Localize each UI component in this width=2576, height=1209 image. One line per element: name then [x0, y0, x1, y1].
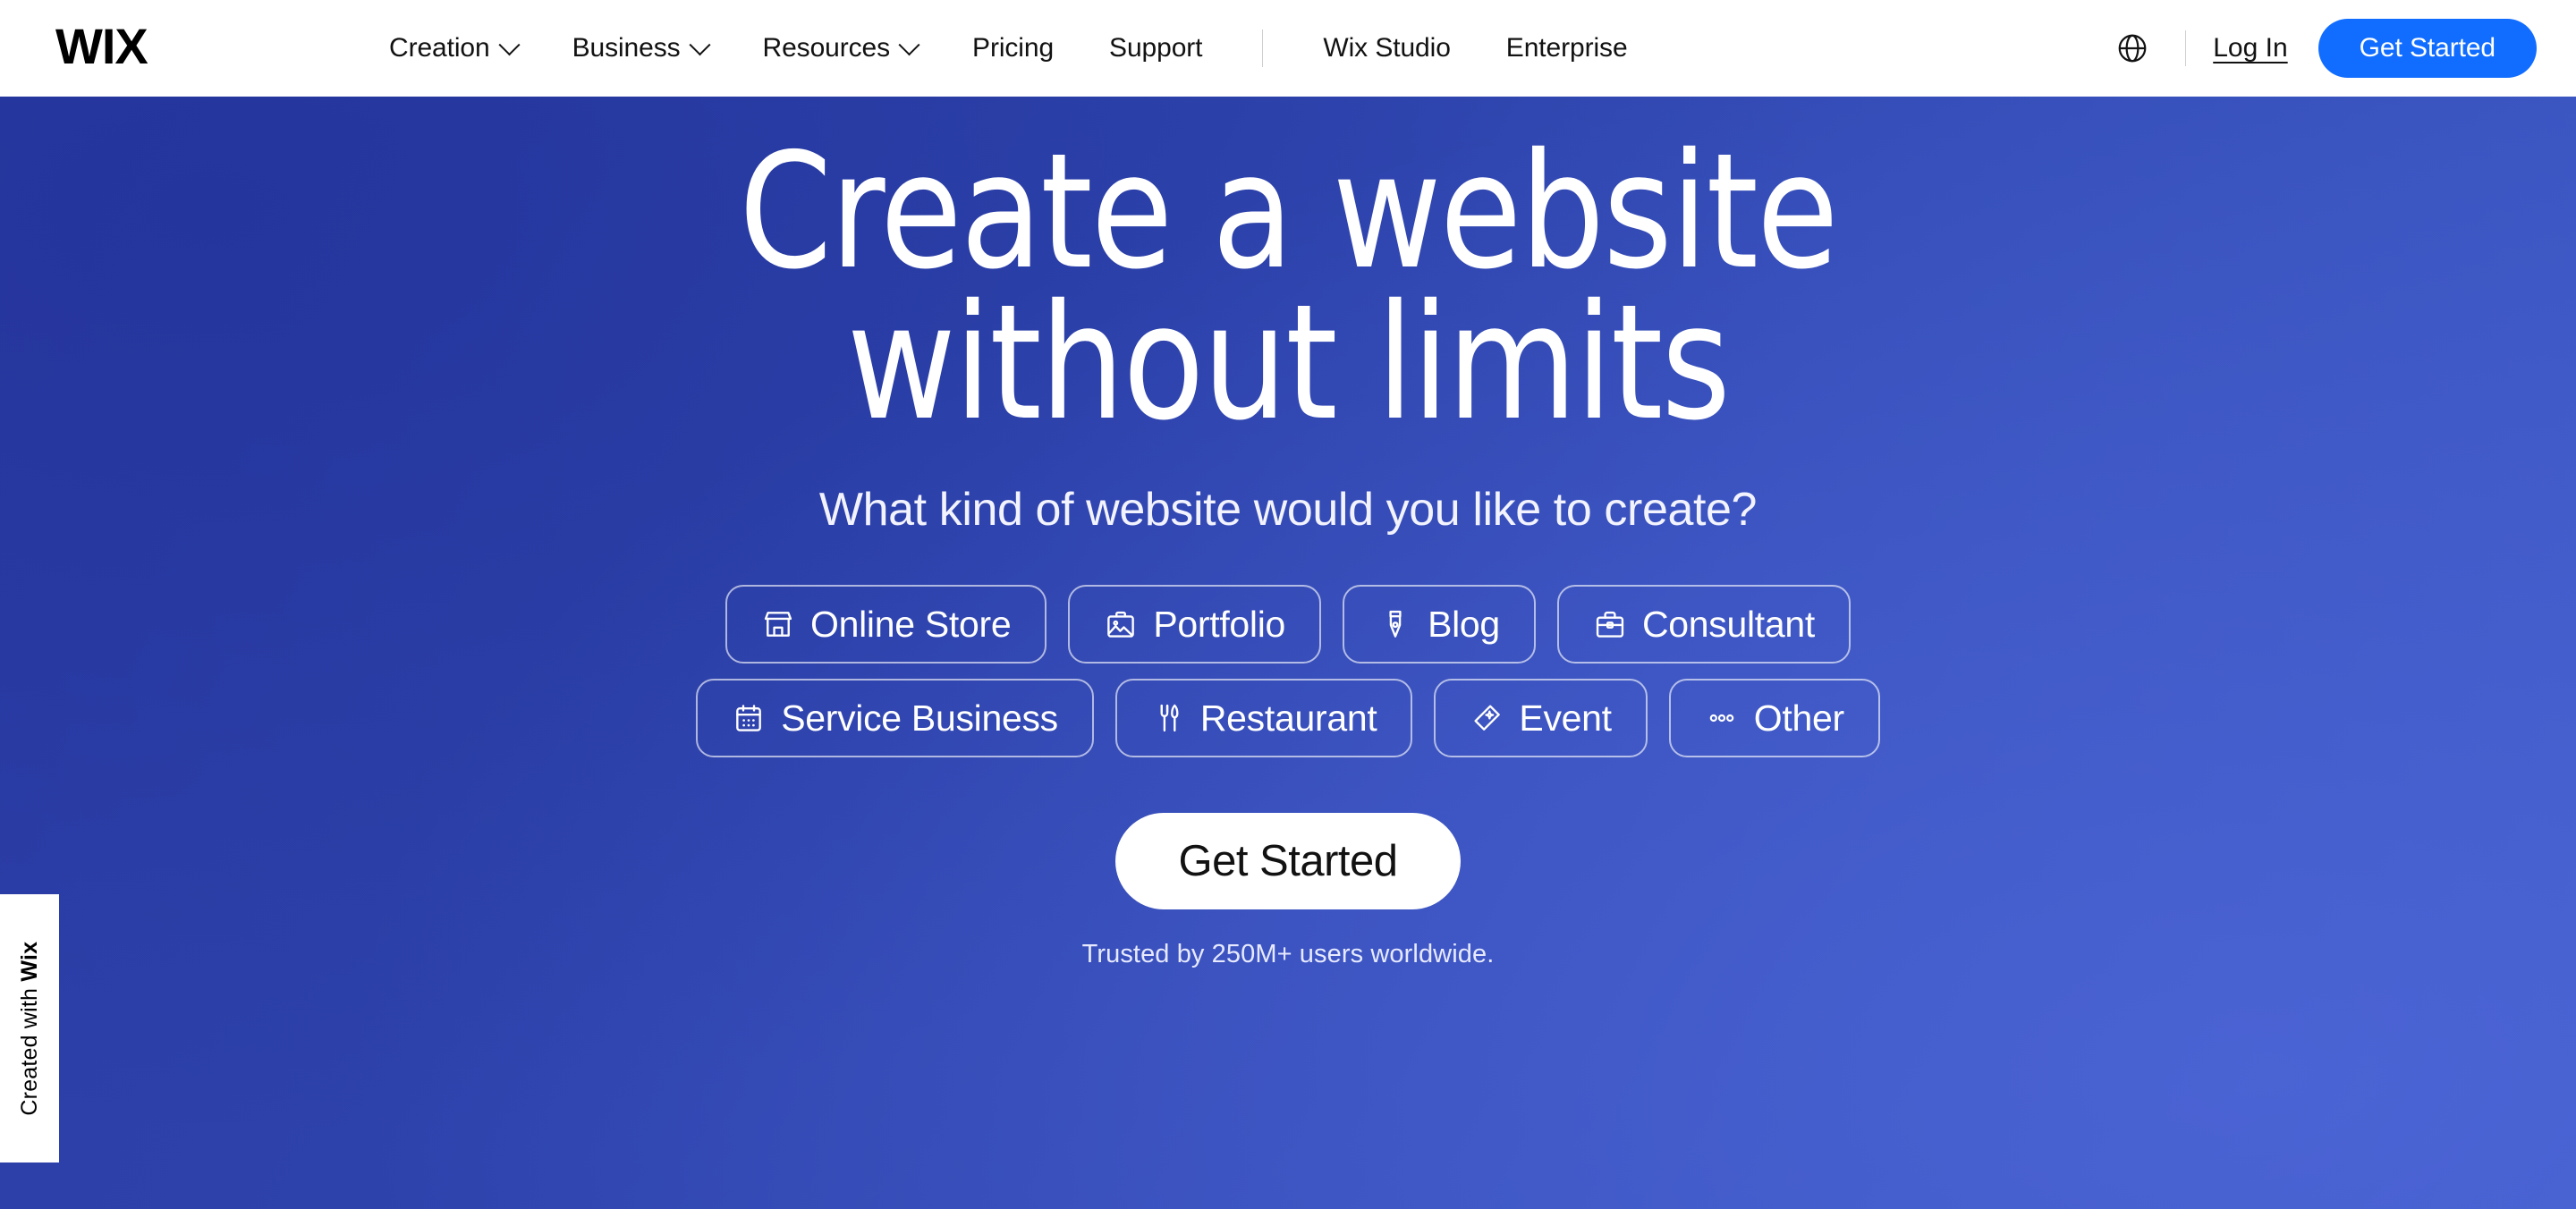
store-icon [764, 612, 792, 638]
headline-line-2: without limits [846, 270, 1731, 456]
primary-navigation: Creation Business Resources Pricing Supp… [361, 30, 1656, 67]
nav-item-label: Support [1109, 33, 1203, 63]
nav-item-label: Creation [389, 33, 490, 63]
created-with-wix-badge[interactable]: Created with Wix [0, 894, 59, 1162]
nav-item-business[interactable]: Business [545, 33, 735, 63]
chip-label: Restaurant [1199, 697, 1377, 739]
hero-cta-wrapper: Get Started Trusted by 250M+ users world… [0, 813, 2576, 969]
badge-prefix: Created with [16, 987, 42, 1116]
chip-other[interactable]: Other [1668, 679, 1880, 758]
nav-item-pricing[interactable]: Pricing [945, 35, 1081, 62]
chip-row-2: Service Business Restaurant Event Other [696, 679, 1880, 758]
nav-item-support[interactable]: Support [1081, 35, 1230, 62]
globe-icon [2118, 34, 2147, 63]
nav-item-creation[interactable]: Creation [361, 33, 545, 63]
chip-service-business[interactable]: Service Business [696, 679, 1094, 758]
trusted-by-text: Trusted by 250M+ users worldwide. [1081, 940, 1495, 969]
hero-subheadline: What kind of website would you like to c… [818, 484, 1758, 537]
nav-divider [1262, 30, 1264, 67]
chip-label: Event [1519, 697, 1612, 739]
nav-item-enterprise[interactable]: Enterprise [1479, 35, 1656, 62]
created-with-wix-badge-text: Created with Wix [17, 942, 43, 1116]
badge-brand: Wix [16, 941, 42, 982]
pen-nib-icon [1389, 611, 1402, 638]
chip-label: Service Business [781, 697, 1058, 739]
page-title: Create a website without limits [90, 132, 2486, 456]
chip-label: Other [1753, 697, 1844, 739]
header-actions: Log In Get Started [2109, 19, 2576, 78]
chip-blog[interactable]: Blog [1343, 585, 1536, 664]
chip-row-1: Online Store Portfolio Blog Consultant [725, 585, 1851, 664]
wix-logo[interactable]: WIX [55, 22, 191, 74]
chip-consultant[interactable]: Consultant [1556, 585, 1851, 664]
chip-label: Blog [1428, 603, 1500, 645]
nav-item-label: Resources [762, 33, 891, 63]
briefcase-icon [1596, 612, 1624, 638]
website-type-chips: Online Store Portfolio Blog Consultant S… [0, 585, 2576, 758]
chip-label: Consultant [1641, 603, 1815, 645]
chevron-down-icon [498, 33, 521, 55]
site-header: WIX Creation Business Resources Pricing … [0, 0, 2576, 97]
hero-section: Create a website without limits What kin… [0, 97, 2576, 1209]
nav-item-label: Business [572, 33, 681, 63]
chip-label: Portfolio [1153, 603, 1286, 645]
header-get-started-button[interactable]: Get Started [2318, 19, 2537, 78]
chip-online-store[interactable]: Online Store [725, 585, 1047, 664]
ticket-icon [1474, 705, 1501, 731]
svg-text:WIX: WIX [55, 22, 148, 74]
chevron-down-icon [689, 33, 711, 55]
nav-item-resources[interactable]: Resources [735, 33, 945, 63]
language-selector[interactable] [2109, 25, 2156, 72]
secondary-navigation: Wix Studio Enterprise [1295, 35, 1655, 62]
chip-restaurant[interactable]: Restaurant [1114, 679, 1413, 758]
nav-item-label: Wix Studio [1323, 33, 1451, 63]
ellipsis-icon [1709, 714, 1734, 723]
calendar-icon [736, 705, 762, 731]
chip-portfolio[interactable]: Portfolio [1068, 585, 1322, 664]
chip-event[interactable]: Event [1434, 679, 1648, 758]
hero-get-started-button[interactable]: Get Started [1115, 813, 1461, 910]
fork-knife-icon [1160, 705, 1179, 732]
chip-label: Online Store [810, 603, 1012, 645]
nav-item-label: Pricing [972, 33, 1055, 63]
header-divider [2185, 30, 2187, 66]
chevron-down-icon [898, 33, 920, 55]
portfolio-image-icon [1107, 612, 1135, 638]
nav-item-wix-studio[interactable]: Wix Studio [1295, 35, 1478, 62]
nav-item-label: Enterprise [1505, 33, 1628, 63]
login-link[interactable]: Log In [2213, 33, 2287, 63]
wix-logo-icon: WIX [55, 22, 148, 74]
